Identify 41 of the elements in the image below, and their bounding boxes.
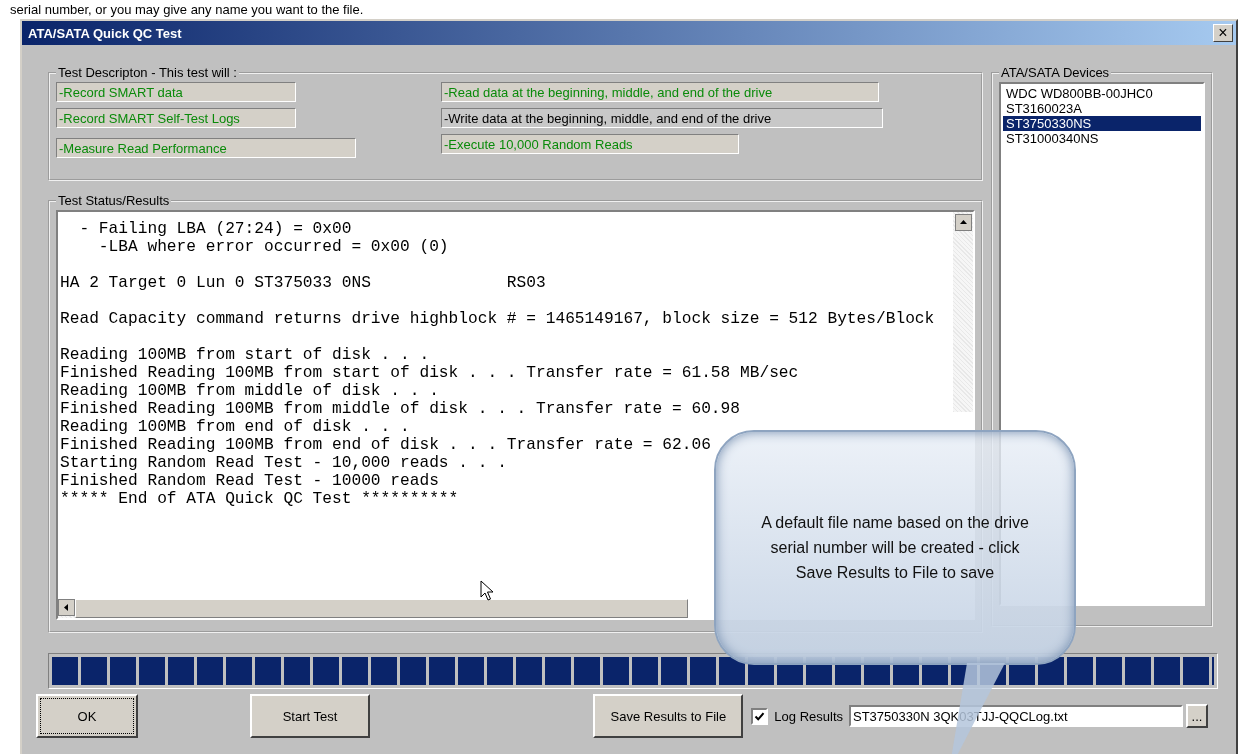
mouse-cursor-icon	[480, 580, 494, 602]
test-step-label: -Write data at the beginning, middle, and end of the drive	[441, 108, 883, 128]
log-line: Reading 100MB from middle of disk . . .	[60, 382, 440, 400]
device-item[interactable]: ST31000340NS	[1003, 131, 1201, 146]
ok-button[interactable]: OK	[36, 694, 138, 738]
log-line: Reading 100MB from end of disk . . .	[60, 418, 411, 436]
caption-text: serial number, or you may give any name you want to the file.	[9, 2, 364, 17]
device-item[interactable]: ST3750330NS	[1003, 116, 1201, 131]
device-item[interactable]: WDC WD800BB-00JHC0	[1003, 86, 1201, 101]
log-line: Finished Random Read Test - 10000 reads	[60, 472, 440, 490]
log-line: Read Capacity command returns drive highblock # = 1465149167, block size = 512 Bytes/Block	[60, 310, 936, 328]
window-title: ATA/SATA Quick QC Test	[28, 25, 182, 41]
log-line: Starting Random Read Test - 10,000 reads . . .	[60, 454, 508, 472]
checkmark-icon	[754, 710, 766, 722]
scroll-up-icon[interactable]	[954, 214, 972, 231]
test-step-label: -Execute 10,000 Random Reads	[441, 134, 739, 154]
log-line: Finished Reading 100MB from middle of disk . . . Transfer rate = 60.98	[60, 400, 741, 418]
log-results-checkbox[interactable]	[751, 707, 769, 725]
log-line: Reading 100MB from start of disk . . .	[60, 346, 431, 364]
log-line: Finished Reading 100MB from end of disk . . . Transfer rate = 62.06	[60, 436, 712, 454]
log-line: HA 2 Target 0 Lun 0 ST375033 0NS RS03	[60, 274, 547, 292]
log-line: ***** End of ATA Quick QC Test **********	[60, 490, 460, 508]
group-label: Test Descripton - This test will :	[57, 65, 238, 80]
group-label: Test Status/Results	[57, 193, 171, 208]
callout-text: A default file name based on the drive serial number will be created - click Save Results to File to save	[760, 513, 1030, 583]
scroll-left-icon[interactable]	[58, 599, 75, 616]
browse-button[interactable]: ...	[1186, 704, 1208, 728]
test-step-label: -Record SMART data	[56, 82, 296, 102]
start-test-button[interactable]: Start Test	[250, 694, 370, 738]
test-step-label: -Measure Read Performance	[56, 138, 356, 158]
save-results-button[interactable]: Save Results to File	[593, 694, 744, 738]
log-line: - Failing LBA (27:24) = 0x00	[78, 220, 353, 238]
log-results-label: Log Results	[774, 708, 843, 724]
close-button[interactable]: ×	[1213, 24, 1233, 42]
test-step-label: -Record SMART Self-Test Logs	[56, 108, 296, 128]
group-label: ATA/SATA Devices	[1000, 65, 1111, 80]
vertical-scrollbar[interactable]	[953, 212, 973, 412]
device-item[interactable]: ST3160023A	[1003, 101, 1201, 116]
test-step-label: -Read data at the beginning, middle, and end of the drive	[441, 82, 879, 102]
log-line: Finished Reading 100MB from start of disk . . . Transfer rate = 61.58 MB/sec	[60, 364, 800, 382]
log-line: -LBA where error occurred = 0x00 (0)	[97, 238, 450, 256]
